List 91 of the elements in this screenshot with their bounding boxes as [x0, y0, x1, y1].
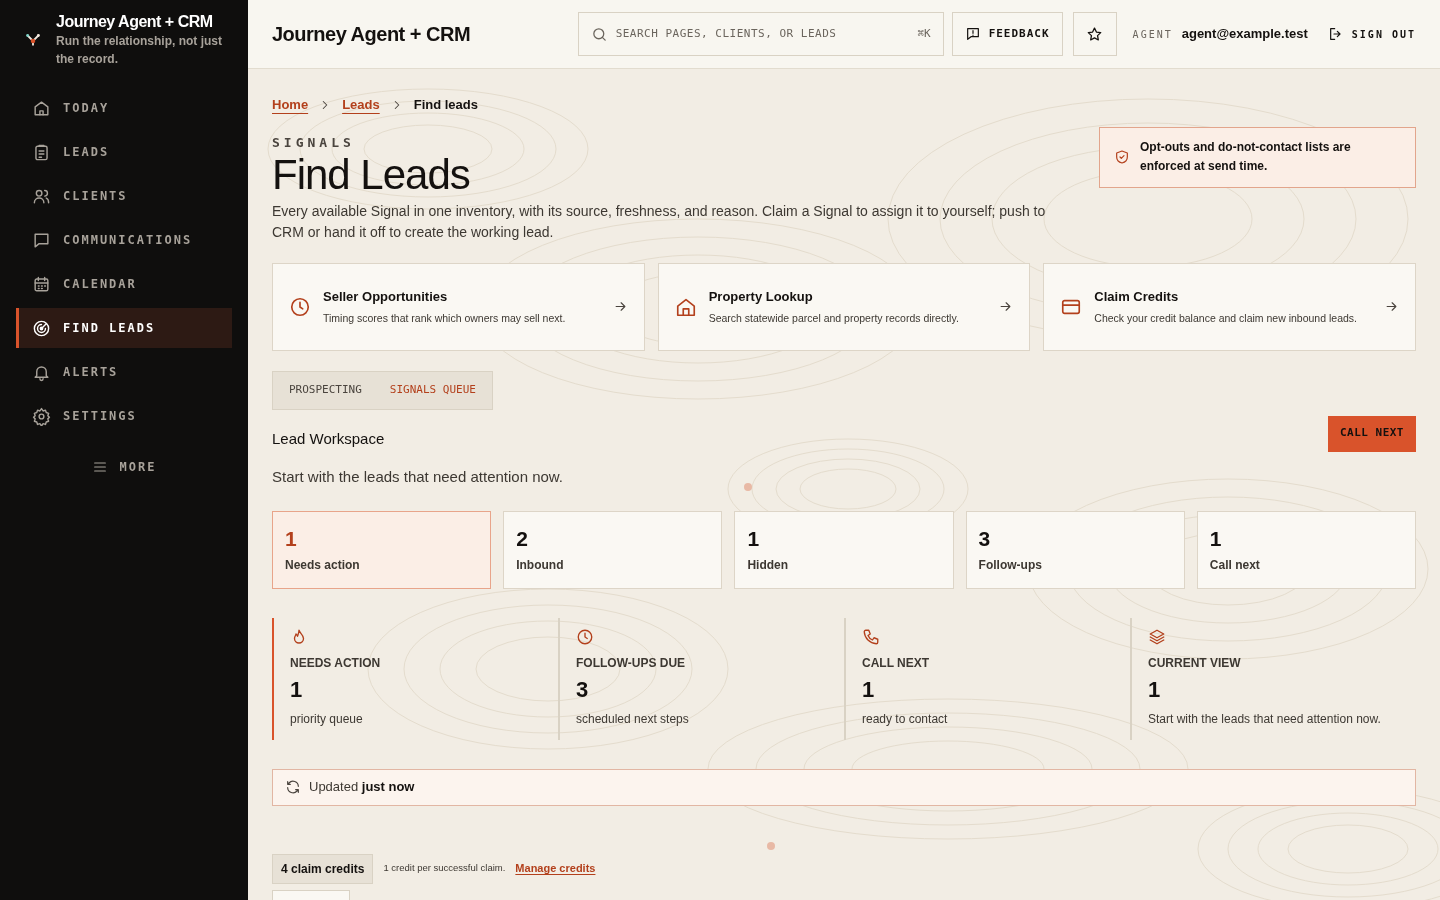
star-icon	[1086, 25, 1104, 43]
call-next-button[interactable]: CALL NEXT	[1327, 415, 1416, 452]
stat-label: Follow-ups	[978, 556, 1043, 574]
workspace-subtitle: Start with the leads that need attention now.	[272, 467, 565, 487]
intro-text: Every available Signal in one inventory, with its source, freshness, and reason. Claim a Signal to assign it to yourself; push to CRM or hand it off to create the working lead.	[272, 201, 1047, 242]
nav-item[interactable]: CALENDAR	[16, 264, 232, 304]
metric-note: Start with the leads that need attention now.	[1148, 710, 1382, 728]
shield-icon	[1114, 149, 1130, 165]
search-icon	[590, 25, 608, 43]
app-title: Journey Agent + CRM	[272, 22, 471, 47]
stat-card[interactable]: 1 Call next	[1196, 510, 1416, 589]
house-icon	[32, 98, 51, 118]
stat-card[interactable]: 2 Inbound	[503, 510, 723, 589]
arrow-icon	[998, 299, 1014, 314]
nav-item[interactable]: SETTINGS	[16, 396, 232, 436]
calendar-icon	[32, 274, 51, 294]
stat-value: 2	[516, 525, 529, 552]
stat-value: 1	[1209, 525, 1223, 552]
shortcut-hint: ⌘K	[917, 25, 931, 42]
tab[interactable]: SIGNALS QUEUE	[377, 375, 488, 405]
clock-icon	[289, 295, 311, 318]
phone-icon	[862, 627, 880, 646]
search-field[interactable]: SEARCH PAGES, CLIENTS, OR LEADS	[615, 25, 910, 43]
breadcrumb-current: Find leads	[413, 96, 478, 114]
tool-card[interactable]: Claim Credits Check your credit balance and claim new inbound leads.	[1043, 262, 1416, 351]
menu-icon	[91, 459, 108, 475]
nav-item[interactable]: LEADS	[16, 132, 232, 172]
more-button[interactable]: MORE	[91, 452, 157, 482]
nav-item[interactable]: COMMUNICATIONS	[16, 220, 232, 260]
metric-title: CALL NEXT	[862, 654, 931, 672]
notice-text: Opt-outs and do-not-contact lists are enforced at send time.	[1140, 139, 1352, 175]
nav-item[interactable]: CLIENTS	[16, 176, 232, 216]
metric-value: 3	[576, 675, 590, 704]
stat-card[interactable]: 1 Hidden	[734, 510, 954, 589]
tool-description: Timing scores that rank which owners may sell next.	[323, 310, 567, 326]
tool-card[interactable]: Property Lookup Search statewide parcel and property records directly.	[657, 262, 1031, 351]
credit-note: 1 credit per successful claim.	[383, 861, 506, 876]
stat-value: 1	[747, 525, 761, 552]
agent-email: agent@example.test	[1181, 25, 1308, 44]
manage-credits-link[interactable]: Manage credits	[515, 860, 596, 877]
stat-card[interactable]: 3 Follow-ups	[965, 510, 1185, 589]
brand-tagline: Run the relationship, not just the record.	[56, 33, 223, 68]
stat-value: 1	[285, 525, 298, 552]
metric-note: ready to contact	[862, 710, 949, 728]
stat-label: Call next	[1209, 556, 1261, 574]
layers-icon	[1148, 627, 1166, 646]
metric-title: NEEDS ACTION	[290, 654, 382, 672]
stat-label: Needs action	[285, 556, 361, 574]
sign-out-button[interactable]: SIGN OUT	[1327, 26, 1416, 42]
metric-value: 1	[862, 675, 876, 704]
metric-value: 1	[290, 675, 304, 704]
page-title: Find Leads	[272, 150, 471, 199]
tool-description: Search statewide parcel and property records directly.	[708, 310, 960, 326]
tool-title: Seller Opportunities	[323, 288, 449, 307]
clock-icon	[576, 627, 594, 646]
tool-title: Claim Credits	[1094, 288, 1180, 307]
agent-label: AGENT	[1132, 27, 1173, 42]
arrow-icon	[1384, 299, 1399, 314]
metric-title: CURRENT VIEW	[1148, 654, 1242, 672]
metric-note: priority queue	[290, 710, 364, 728]
tool-card[interactable]: Seller Opportunities Timing scores that rank which owners may sell next.	[272, 262, 645, 351]
stat-card[interactable]: 1 Needs action	[272, 510, 492, 589]
breadcrumb-link[interactable]: Leads	[342, 95, 380, 115]
stat-label: Inbound	[516, 556, 565, 574]
nav-item[interactable]: ALERTS	[16, 352, 232, 392]
clipboard-icon	[32, 142, 51, 162]
refresh-icon	[285, 779, 301, 795]
settings-icon	[32, 406, 51, 426]
feedback-button[interactable]: FEEDBACK	[951, 12, 1063, 56]
tool-title: Property Lookup	[708, 288, 814, 307]
workspace-title: Lead Workspace	[272, 428, 386, 449]
stat-value: 3	[978, 525, 992, 552]
metric-value: 1	[1148, 675, 1162, 704]
feedback-icon	[964, 26, 981, 42]
favorite-button[interactable]	[1072, 12, 1117, 56]
speech-bubble-icon	[32, 230, 51, 250]
nav-item[interactable]: FIND LEADS	[16, 308, 232, 348]
eyebrow-label: SIGNALS	[272, 134, 356, 151]
tab[interactable]: PROSPECTING	[277, 375, 374, 405]
stat-label: Hidden	[747, 556, 790, 574]
search-bar[interactable]: SEARCH PAGES, CLIENTS, OR LEADS ⌘K	[577, 12, 944, 56]
brand-title: Journey Agent + CRM	[56, 12, 214, 32]
radar-icon	[32, 318, 51, 338]
updated-text: Updated just now	[309, 778, 415, 797]
nav-item[interactable]: TODAY	[16, 88, 232, 128]
metric-title: FOLLOW-UPS DUE	[576, 654, 687, 672]
credit-count: 4 claim credits	[272, 853, 374, 884]
breadcrumb-link[interactable]: Home	[272, 95, 309, 115]
metric-note: scheduled next steps	[576, 710, 690, 728]
tool-description: Check your credit balance and claim new inbound leads.	[1094, 310, 1358, 326]
arrow-icon	[612, 299, 628, 314]
